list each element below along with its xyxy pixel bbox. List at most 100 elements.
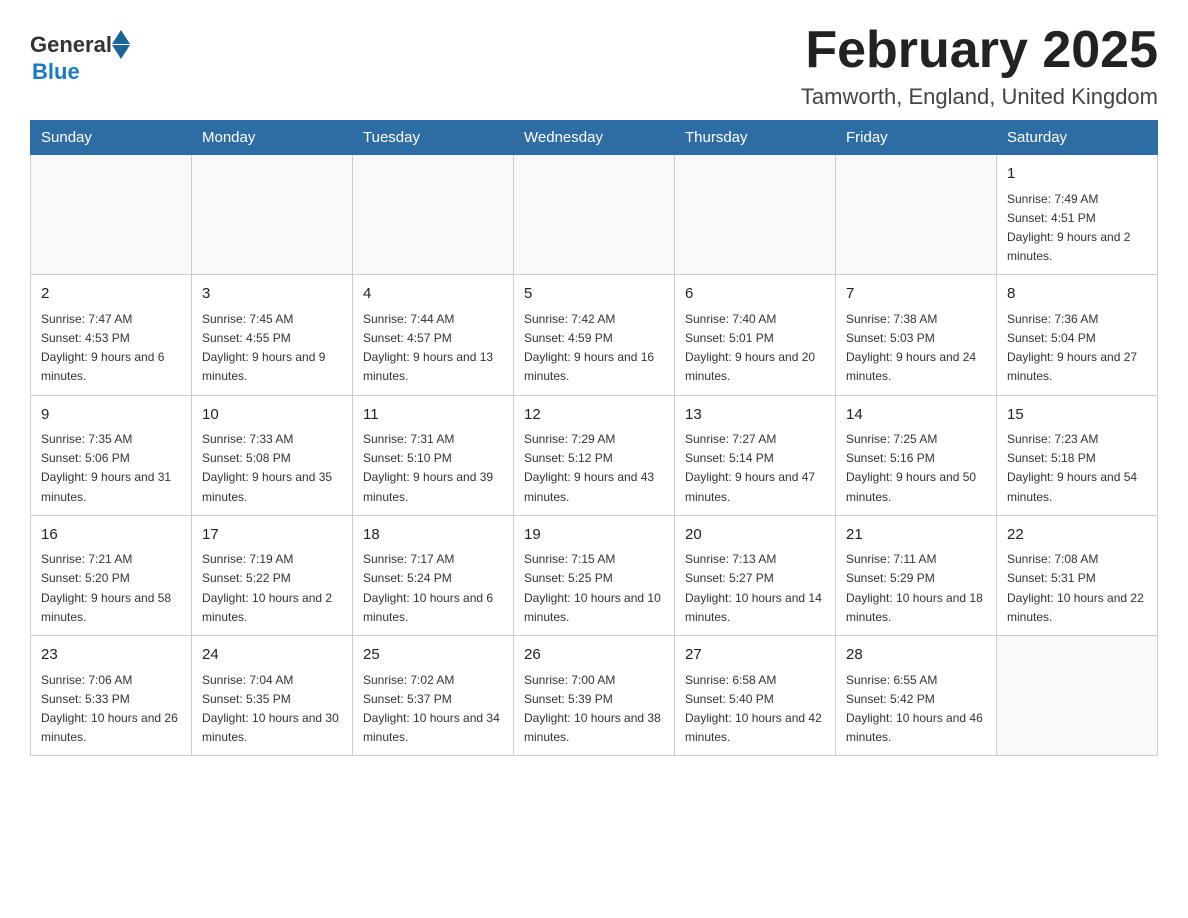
- day-of-week-header: Saturday: [997, 121, 1158, 155]
- calendar-cell: 3Sunrise: 7:45 AM Sunset: 4:55 PM Daylig…: [192, 275, 353, 395]
- calendar-cell: 26 Sunrise: 7:00 AM Sunset: 5:39 PM Dayli…: [514, 636, 675, 756]
- day-info: Sunrise: 7:04 AM Sunset: 5:35 PM Dayligh…: [202, 671, 342, 748]
- day-of-week-header: Tuesday: [353, 121, 514, 155]
- calendar-cell: [31, 155, 192, 275]
- day-number: 27: [685, 644, 825, 667]
- calendar-cell: [997, 636, 1158, 756]
- calendar-cell: 15Sunrise: 7:23 AM Sunset: 5:18 PM Dayli…: [997, 395, 1158, 515]
- calendar-cell: 28 Sunrise: 6:55 AM Sunset: 5:42 PM Dayli…: [836, 636, 997, 756]
- calendar-cell: 19 Sunrise: 7:15 AM Sunset: 5:25 PM Dayli…: [514, 515, 675, 635]
- calendar-cell: 6Sunrise: 7:40 AM Sunset: 5:01 PM Daylig…: [675, 275, 836, 395]
- day-info: Sunrise: 7:17 AM Sunset: 5:24 PM Dayligh…: [363, 550, 503, 627]
- day-info: Sunrise: 7:45 AM Sunset: 4:55 PM Dayligh…: [202, 310, 342, 387]
- day-number: 17: [202, 524, 342, 547]
- day-of-week-header: Wednesday: [514, 121, 675, 155]
- logo: General Blue: [30, 30, 131, 85]
- day-info: Sunrise: 7:42 AM Sunset: 4:59 PM Dayligh…: [524, 310, 664, 387]
- calendar-week-row: 2 Sunrise: 7:47 AM Sunset: 4:53 PM Daylig…: [31, 275, 1158, 395]
- calendar-cell: 13 Sunrise: 7:27 AM Sunset: 5:14 PM Dayli…: [675, 395, 836, 515]
- day-number: 1: [1007, 163, 1147, 186]
- day-number: 9: [41, 404, 181, 427]
- day-number: 18: [363, 524, 503, 547]
- day-number: 13: [685, 404, 825, 427]
- logo-blue-text: Blue: [32, 59, 80, 85]
- title-block: February 2025 Tamworth, England, United …: [801, 20, 1158, 110]
- day-number: 24: [202, 644, 342, 667]
- calendar-cell: 1Sunrise: 7:49 AM Sunset: 4:51 PM Daylig…: [997, 155, 1158, 275]
- calendar-cell: 27 Sunrise: 6:58 AM Sunset: 5:40 PM Dayli…: [675, 636, 836, 756]
- day-number: 25: [363, 644, 503, 667]
- calendar-cell: [353, 155, 514, 275]
- day-info: Sunrise: 7:29 AM Sunset: 5:12 PM Dayligh…: [524, 430, 664, 507]
- calendar-cell: 7 Sunrise: 7:38 AM Sunset: 5:03 PM Daylig…: [836, 275, 997, 395]
- calendar-cell: 14 Sunrise: 7:25 AM Sunset: 5:16 PM Dayli…: [836, 395, 997, 515]
- calendar-cell: 17 Sunrise: 7:19 AM Sunset: 5:22 PM Dayli…: [192, 515, 353, 635]
- day-number: 16: [41, 524, 181, 547]
- day-number: 8: [1007, 283, 1147, 306]
- calendar-cell: 11 Sunrise: 7:31 AM Sunset: 5:10 PM Dayli…: [353, 395, 514, 515]
- calendar-table: SundayMondayTuesdayWednesdayThursdayFrid…: [30, 120, 1158, 756]
- day-info: Sunrise: 7:08 AM Sunset: 5:31 PM Dayligh…: [1007, 550, 1147, 627]
- day-info: Sunrise: 7:13 AM Sunset: 5:27 PM Dayligh…: [685, 550, 825, 627]
- day-info: Sunrise: 7:23 AM Sunset: 5:18 PM Dayligh…: [1007, 430, 1147, 507]
- day-number: 23: [41, 644, 181, 667]
- calendar-week-row: 23 Sunrise: 7:06 AM Sunset: 5:33 PM Dayli…: [31, 636, 1158, 756]
- day-of-week-header: Monday: [192, 121, 353, 155]
- day-number: 2: [41, 283, 181, 306]
- calendar-cell: [514, 155, 675, 275]
- calendar-cell: 25 Sunrise: 7:02 AM Sunset: 5:37 PM Dayli…: [353, 636, 514, 756]
- calendar-cell: 18 Sunrise: 7:17 AM Sunset: 5:24 PM Dayli…: [353, 515, 514, 635]
- day-number: 22: [1007, 524, 1147, 547]
- day-number: 6: [685, 283, 825, 306]
- day-number: 4: [363, 283, 503, 306]
- calendar-week-row: 16 Sunrise: 7:21 AM Sunset: 5:20 PM Dayli…: [31, 515, 1158, 635]
- day-info: Sunrise: 7:21 AM Sunset: 5:20 PM Dayligh…: [41, 550, 181, 627]
- day-info: Sunrise: 7:38 AM Sunset: 5:03 PM Dayligh…: [846, 310, 986, 387]
- day-number: 26: [524, 644, 664, 667]
- day-number: 28: [846, 644, 986, 667]
- calendar-cell: [192, 155, 353, 275]
- day-number: 14: [846, 404, 986, 427]
- day-info: Sunrise: 7:11 AM Sunset: 5:29 PM Dayligh…: [846, 550, 986, 627]
- day-info: Sunrise: 7:15 AM Sunset: 5:25 PM Dayligh…: [524, 550, 664, 627]
- day-info: Sunrise: 7:33 AM Sunset: 5:08 PM Dayligh…: [202, 430, 342, 507]
- calendar-cell: 23 Sunrise: 7:06 AM Sunset: 5:33 PM Dayli…: [31, 636, 192, 756]
- day-of-week-header: Sunday: [31, 121, 192, 155]
- calendar-header-row: SundayMondayTuesdayWednesdayThursdayFrid…: [31, 121, 1158, 155]
- logo-icon: [112, 30, 130, 59]
- calendar-cell: 24 Sunrise: 7:04 AM Sunset: 5:35 PM Dayli…: [192, 636, 353, 756]
- logo-general-text: General: [30, 32, 112, 58]
- calendar-cell: [675, 155, 836, 275]
- calendar-cell: 22 Sunrise: 7:08 AM Sunset: 5:31 PM Dayli…: [997, 515, 1158, 635]
- calendar-cell: 16 Sunrise: 7:21 AM Sunset: 5:20 PM Dayli…: [31, 515, 192, 635]
- day-info: Sunrise: 6:58 AM Sunset: 5:40 PM Dayligh…: [685, 671, 825, 748]
- calendar-cell: 20Sunrise: 7:13 AM Sunset: 5:27 PM Dayli…: [675, 515, 836, 635]
- day-number: 21: [846, 524, 986, 547]
- calendar-week-row: 1Sunrise: 7:49 AM Sunset: 4:51 PM Daylig…: [31, 155, 1158, 275]
- page-header: General Blue February 2025 Tamworth, Eng…: [30, 20, 1158, 110]
- calendar-cell: 12 Sunrise: 7:29 AM Sunset: 5:12 PM Dayli…: [514, 395, 675, 515]
- day-info: Sunrise: 7:27 AM Sunset: 5:14 PM Dayligh…: [685, 430, 825, 507]
- day-number: 11: [363, 404, 503, 427]
- day-info: Sunrise: 7:19 AM Sunset: 5:22 PM Dayligh…: [202, 550, 342, 627]
- calendar-cell: 8Sunrise: 7:36 AM Sunset: 5:04 PM Daylig…: [997, 275, 1158, 395]
- day-number: 5: [524, 283, 664, 306]
- day-info: Sunrise: 7:31 AM Sunset: 5:10 PM Dayligh…: [363, 430, 503, 507]
- day-info: Sunrise: 6:55 AM Sunset: 5:42 PM Dayligh…: [846, 671, 986, 748]
- day-number: 7: [846, 283, 986, 306]
- day-info: Sunrise: 7:02 AM Sunset: 5:37 PM Dayligh…: [363, 671, 503, 748]
- calendar-cell: [836, 155, 997, 275]
- day-info: Sunrise: 7:47 AM Sunset: 4:53 PM Dayligh…: [41, 310, 181, 387]
- calendar-title: February 2025: [801, 20, 1158, 80]
- day-info: Sunrise: 7:00 AM Sunset: 5:39 PM Dayligh…: [524, 671, 664, 748]
- calendar-cell: 10 Sunrise: 7:33 AM Sunset: 5:08 PM Dayli…: [192, 395, 353, 515]
- day-of-week-header: Friday: [836, 121, 997, 155]
- day-number: 10: [202, 404, 342, 427]
- day-number: 19: [524, 524, 664, 547]
- day-info: Sunrise: 7:25 AM Sunset: 5:16 PM Dayligh…: [846, 430, 986, 507]
- calendar-week-row: 9 Sunrise: 7:35 AM Sunset: 5:06 PM Daylig…: [31, 395, 1158, 515]
- day-info: Sunrise: 7:06 AM Sunset: 5:33 PM Dayligh…: [41, 671, 181, 748]
- day-number: 12: [524, 404, 664, 427]
- day-of-week-header: Thursday: [675, 121, 836, 155]
- day-info: Sunrise: 7:35 AM Sunset: 5:06 PM Dayligh…: [41, 430, 181, 507]
